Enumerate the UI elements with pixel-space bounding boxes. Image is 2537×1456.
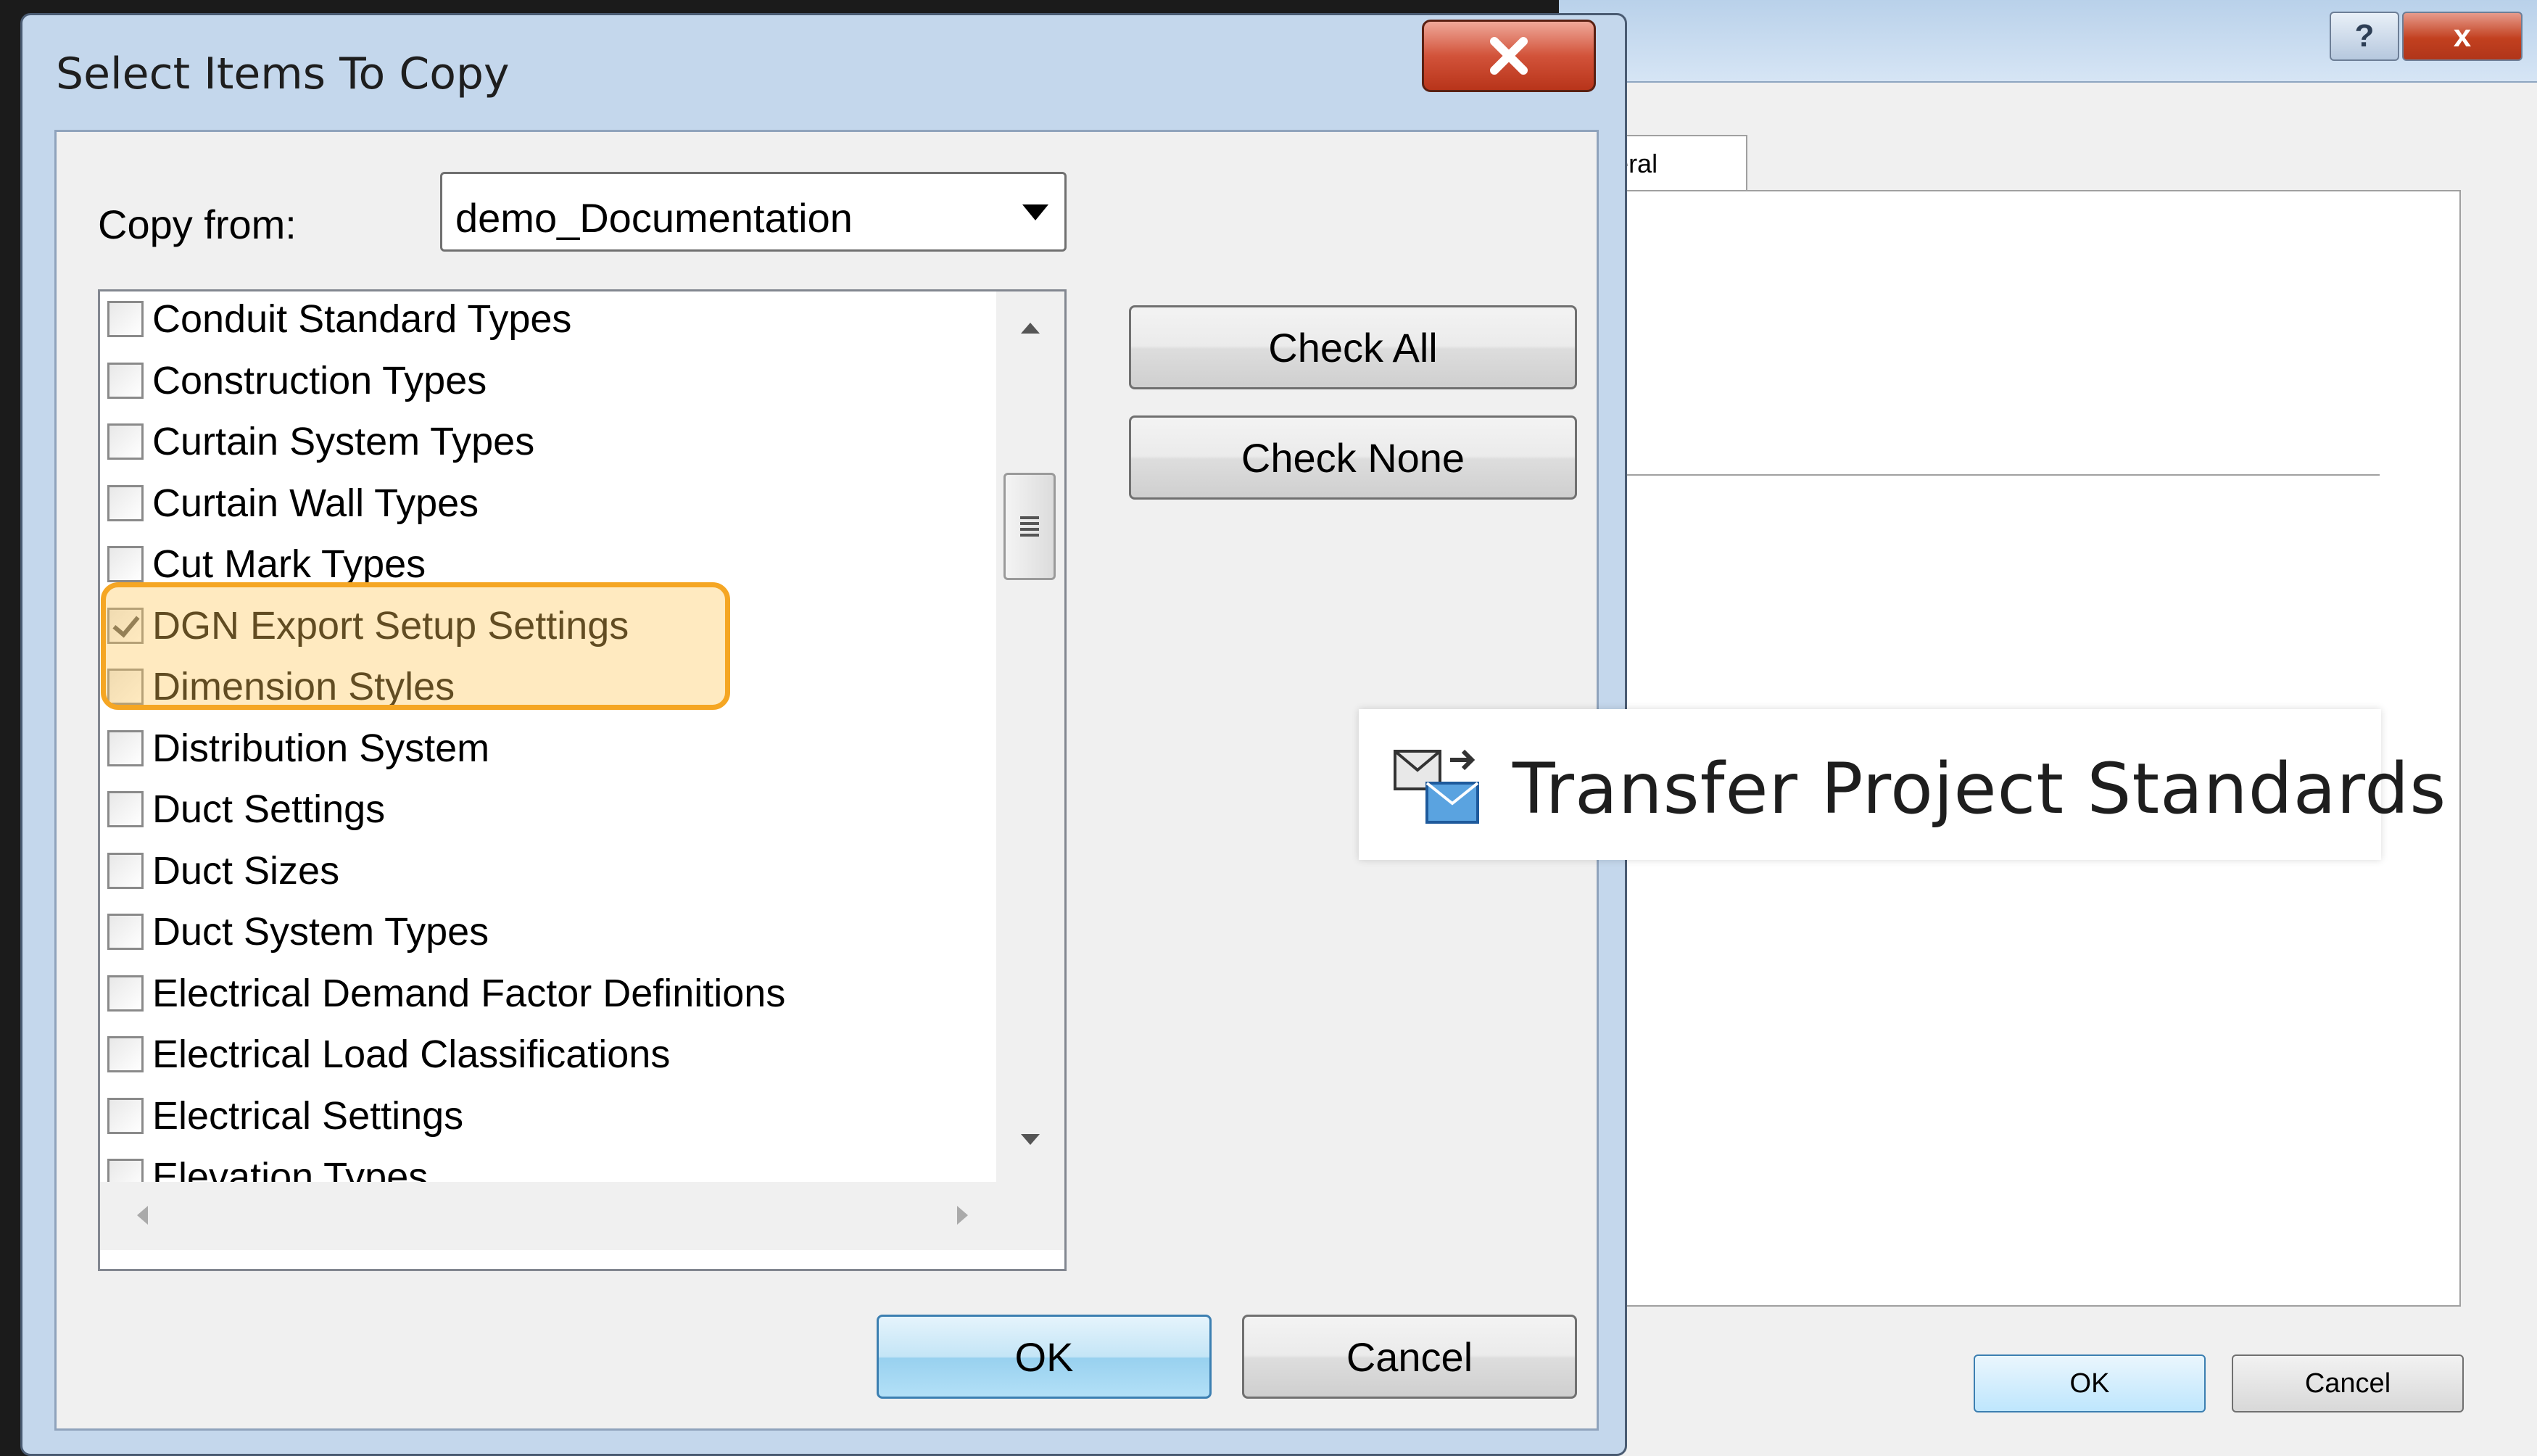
list-item[interactable]: Curtain System Types	[107, 413, 534, 471]
tool-callout: Transfer Project Standards	[1359, 709, 2446, 860]
list-item[interactable]: Construction Types	[107, 352, 487, 410]
item-label: Curtain Wall Types	[152, 481, 479, 525]
transfer-standards-icon	[1394, 749, 1479, 824]
chevron-down-icon	[1022, 204, 1048, 220]
copy-from-dropdown[interactable]: demo_Documentation	[440, 172, 1067, 252]
list-item[interactable]: Electrical Load Classifications	[107, 1025, 670, 1083]
item-label: Cut Mark Types	[152, 542, 426, 586]
scroll-down-button[interactable]	[996, 1118, 1064, 1162]
item-checkbox[interactable]	[107, 729, 144, 766]
check-all-button[interactable]: Check All	[1129, 305, 1577, 389]
item-checkbox[interactable]	[107, 301, 144, 337]
list-item[interactable]: Electrical Demand Factor Definitions	[107, 964, 785, 1022]
close-button[interactable]	[1422, 20, 1596, 92]
bg-close-button[interactable]: x	[2402, 12, 2522, 61]
item-label: Distribution System	[152, 726, 490, 770]
item-label: Construction Types	[152, 358, 487, 402]
item-label: Electrical Settings	[152, 1093, 464, 1138]
vertical-scrollbar[interactable]	[996, 291, 1064, 1182]
list-item[interactable]: Distribution System	[107, 719, 489, 777]
highlight-box	[101, 582, 730, 710]
list-item[interactable]: Duct System Types	[107, 903, 489, 961]
help-button[interactable]: ?	[2330, 12, 2399, 61]
item-checkbox[interactable]	[107, 423, 144, 460]
scroll-up-button[interactable]	[996, 306, 1064, 349]
item-checkbox[interactable]	[107, 546, 144, 582]
copy-from-label: Copy from:	[98, 202, 297, 247]
grip-icon	[1020, 516, 1039, 537]
scroll-left-button[interactable]	[120, 1194, 164, 1237]
item-label: Electrical Demand Factor Definitions	[152, 971, 786, 1015]
scroll-down-icon	[1021, 1134, 1040, 1145]
bg-cancel-button[interactable]: Cancel	[2232, 1354, 2464, 1412]
scroll-left-icon	[137, 1206, 148, 1225]
list-item[interactable]: Duct Settings	[107, 780, 385, 838]
item-label: Conduit Standard Types	[152, 297, 572, 341]
scroll-right-button[interactable]	[941, 1194, 985, 1237]
item-label: Electrical Load Classifications	[152, 1033, 671, 1076]
item-label: Curtain System Types	[152, 420, 535, 463]
scroll-up-icon	[1021, 323, 1040, 334]
item-checkbox[interactable]	[107, 1036, 144, 1072]
item-checkbox[interactable]	[107, 852, 144, 889]
item-checkbox[interactable]	[107, 1097, 144, 1134]
item-checkbox[interactable]	[107, 362, 144, 399]
close-icon	[1490, 37, 1528, 75]
ok-button[interactable]: OK	[877, 1315, 1212, 1399]
item-checkbox[interactable]	[107, 975, 144, 1012]
item-label: Duct System Types	[152, 910, 489, 954]
scroll-corner	[996, 1182, 1064, 1250]
check-none-button[interactable]: Check None	[1129, 415, 1577, 500]
item-checkbox[interactable]	[107, 484, 144, 521]
item-label: Duct Sizes	[152, 848, 340, 893]
item-label: Duct Settings	[152, 787, 386, 831]
list-item[interactable]: Conduit Standard Types	[107, 291, 572, 348]
list-item[interactable]: Electrical Settings	[107, 1087, 463, 1145]
callout-text: Transfer Project Standards	[1512, 748, 2447, 830]
bg-ok-button[interactable]: OK	[1974, 1354, 2206, 1412]
scroll-right-icon	[957, 1206, 968, 1225]
item-checkbox[interactable]	[107, 791, 144, 827]
cancel-button[interactable]: Cancel	[1242, 1315, 1577, 1399]
separator	[1611, 474, 2380, 476]
items-list[interactable]: Conduit Standard Types Construction Types…	[98, 289, 1067, 1271]
item-checkbox[interactable]	[107, 914, 144, 950]
dialog-title: Select Items To Copy	[56, 49, 510, 99]
copy-from-value: demo_Documentation	[455, 195, 853, 241]
horizontal-scrollbar[interactable]	[100, 1182, 996, 1250]
scroll-thumb[interactable]	[1003, 473, 1056, 580]
list-item[interactable]: Curtain Wall Types	[107, 474, 479, 532]
bg-title-bar: ? x	[1559, 0, 2537, 83]
list-item[interactable]: Duct Sizes	[107, 842, 339, 900]
